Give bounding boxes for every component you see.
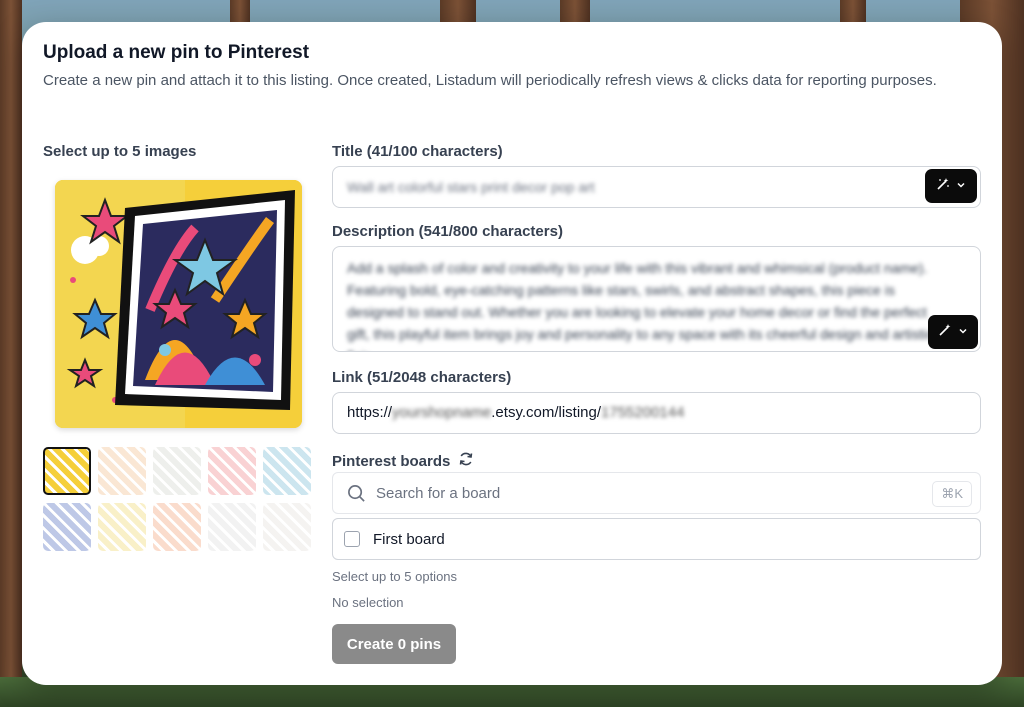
- image-thumbnail[interactable]: [98, 503, 146, 551]
- magic-wand-icon: [936, 177, 950, 196]
- image-thumbnail[interactable]: [153, 503, 201, 551]
- title-input[interactable]: Wall art colorful stars print decor pop …: [332, 166, 981, 208]
- image-thumbnail[interactable]: [263, 447, 311, 495]
- chevron-down-icon: [958, 323, 968, 341]
- image-thumbnail[interactable]: [208, 447, 256, 495]
- images-label: Select up to 5 images: [43, 143, 197, 160]
- link-middle: .etsy.com/listing/: [491, 404, 602, 421]
- image-thumbnail[interactable]: [43, 447, 91, 495]
- chevron-down-icon: [956, 177, 966, 195]
- magic-wand-icon: [938, 323, 952, 342]
- create-pins-button[interactable]: Create 0 pins: [332, 624, 456, 664]
- tree-trunk: [0, 0, 22, 707]
- modal-subtitle: Create a new pin and attach it to this l…: [43, 72, 937, 89]
- link-id: 1755200144: [601, 404, 685, 421]
- pop-art-framed-print: [55, 180, 302, 428]
- description-textarea[interactable]: Add a splash of color and creativity to …: [332, 246, 981, 352]
- selection-status: No selection: [332, 595, 404, 610]
- description-label: Description (541/800 characters): [332, 223, 563, 240]
- title-value: Wall art colorful stars print decor pop …: [347, 179, 595, 195]
- link-prefix: https://: [347, 404, 393, 421]
- board-option-first-board[interactable]: First board: [332, 518, 981, 560]
- search-shortcut: ⌘K: [932, 481, 972, 507]
- ai-generate-title-button[interactable]: [925, 169, 977, 203]
- link-shop: yourshopname: [392, 404, 492, 421]
- search-placeholder: Search for a board: [376, 484, 501, 502]
- image-thumbnail[interactable]: [153, 447, 201, 495]
- modal-title: Upload a new pin to Pinterest: [43, 42, 310, 63]
- image-thumbnail[interactable]: [98, 447, 146, 495]
- ai-generate-description-button[interactable]: [928, 315, 978, 349]
- description-value: Add a splash of color and creativity to …: [347, 260, 933, 351]
- pinterest-boards-header: Pinterest boards: [332, 451, 474, 472]
- image-thumbnail[interactable]: [43, 503, 91, 551]
- link-value: https://yourshopname.etsy.com/listing/17…: [347, 404, 684, 421]
- boards-label: Pinterest boards: [332, 453, 451, 470]
- board-name: First board: [373, 530, 445, 548]
- search-icon: [347, 484, 366, 503]
- upload-pin-modal: Upload a new pin to Pinterest Create a n…: [22, 22, 1002, 685]
- image-thumbnail[interactable]: [208, 503, 256, 551]
- selection-hint: Select up to 5 options: [332, 569, 458, 584]
- image-thumbnails: [43, 447, 313, 551]
- selected-image-preview: [55, 180, 302, 428]
- image-thumbnail[interactable]: [263, 503, 311, 551]
- board-search-input[interactable]: Search for a board ⌘K: [332, 472, 981, 514]
- title-label: Title (41/100 characters): [332, 143, 503, 160]
- link-input[interactable]: https://yourshopname.etsy.com/listing/17…: [332, 392, 981, 434]
- link-label: Link (51/2048 characters): [332, 369, 512, 386]
- refresh-icon[interactable]: [458, 451, 474, 472]
- board-checkbox[interactable]: [344, 531, 360, 547]
